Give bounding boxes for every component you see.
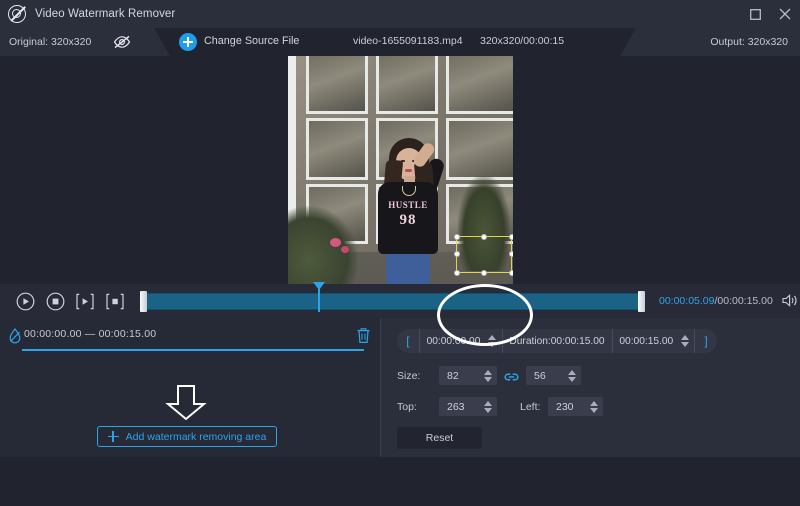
left-label: Left: — [520, 401, 548, 413]
add-watermark-area-button[interactable]: Add watermark removing area — [97, 426, 277, 447]
trim-range-control: [ 00:00:00.00 Duration:00:00:15.00 00:00… — [397, 329, 717, 353]
left-value: 230 — [556, 401, 574, 413]
end-time-stepper[interactable] — [680, 332, 689, 350]
watermark-drop-icon — [8, 328, 22, 344]
person-subject: HUSTLE 98 — [372, 138, 450, 284]
bracket-right-icon[interactable]: ] — [695, 334, 717, 348]
end-time-field[interactable]: 00:00:15.00 — [612, 329, 680, 353]
plus-circle-icon[interactable] — [179, 33, 197, 51]
shirt-text-bottom: 98 — [388, 212, 428, 229]
source-bar: Original: 320x320 Change Source File vid… — [0, 28, 800, 56]
trim-handle-start[interactable] — [140, 291, 147, 312]
change-source-file-button[interactable]: Change Source File — [204, 35, 299, 47]
trim-handle-end[interactable] — [638, 291, 645, 312]
video-preview[interactable]: HUSTLE 98 — [288, 56, 513, 284]
player-controls-bar: 00:00:05.09/00:00:15.00 — [0, 284, 800, 318]
size-width-value: 82 — [447, 370, 459, 382]
size-label: Size: — [397, 370, 439, 382]
size-height-stepper[interactable] — [566, 367, 577, 385]
time-display: 00:00:05.09/00:00:15.00 — [659, 295, 773, 307]
flower-secondary — [341, 246, 349, 253]
start-time-field[interactable]: 00:00:00.00 — [420, 329, 488, 353]
flower — [330, 238, 341, 247]
snapshot-icon[interactable] — [102, 288, 128, 314]
maximize-icon[interactable] — [740, 0, 770, 28]
top-value: 263 — [447, 401, 465, 413]
reset-label: Reset — [426, 432, 453, 444]
panel-divider — [380, 318, 381, 457]
total-time: 00:00:15.00 — [717, 295, 772, 307]
volume-icon[interactable] — [781, 293, 799, 309]
original-resolution-label: Original: 320x320 — [9, 36, 91, 48]
source-file-meta: 320x320/00:00:15 — [480, 35, 564, 47]
size-height-input[interactable]: 56 — [526, 366, 581, 385]
watermark-selection-box[interactable] — [456, 236, 512, 273]
shirt-text-top: HUSTLE — [388, 200, 428, 210]
add-watermark-area-label: Add watermark removing area — [126, 431, 267, 443]
window-title: Video Watermark Remover — [35, 8, 175, 20]
left-stepper[interactable] — [588, 398, 599, 416]
top-label: Top: — [397, 401, 439, 413]
left-input[interactable]: 230 — [548, 397, 603, 416]
duration-label: Duration:00:00:15.00 — [502, 329, 611, 353]
top-stepper[interactable] — [482, 398, 493, 416]
plus-icon — [108, 431, 119, 442]
start-time-value: 00:00:00.00 — [427, 336, 481, 347]
title-bar: Video Watermark Remover — [0, 0, 800, 28]
close-icon[interactable] — [770, 0, 800, 28]
watermark-time-range: 00:00:00.00 — 00:00:15.00 — [24, 328, 156, 340]
bracket-left-icon[interactable]: [ — [397, 334, 419, 348]
application-window: Video Watermark Remover Original: 320x32… — [0, 0, 800, 506]
original-resolution-tab: Original: 320x320 — [0, 28, 170, 56]
play-icon[interactable] — [12, 288, 38, 314]
arrow-down-icon — [163, 385, 209, 421]
preview-area: HUSTLE 98 — [0, 56, 800, 284]
start-time-stepper[interactable] — [487, 332, 496, 350]
end-time-value: 00:00:15.00 — [619, 336, 673, 347]
output-resolution-label: Output: 320x320 — [710, 36, 788, 48]
size-width-input[interactable]: 82 — [439, 366, 497, 385]
playhead[interactable] — [318, 284, 320, 312]
current-time: 00:00:05.09 — [659, 295, 714, 307]
size-height-value: 56 — [534, 370, 546, 382]
link-icon[interactable] — [504, 370, 519, 382]
output-resolution-tab: Output: 320x320 — [620, 28, 800, 56]
position-row: Top: 263 Left: 230 — [397, 397, 603, 416]
plant-left — [288, 206, 358, 284]
size-width-stepper[interactable] — [482, 367, 493, 385]
reset-button[interactable]: Reset — [397, 427, 482, 449]
size-row: Size: 82 56 — [397, 366, 581, 385]
properties-panel: [ 00:00:00.00 Duration:00:00:15.00 00:00… — [380, 318, 800, 457]
seek-track[interactable] — [140, 293, 645, 310]
trash-icon[interactable] — [356, 327, 371, 344]
output-bar: Output: video-1655091...Watermark.mp4 Ou… — [0, 457, 800, 506]
top-input[interactable]: 263 — [439, 397, 497, 416]
watermark-remover-logo-icon — [8, 5, 26, 23]
set-start-marker-icon[interactable] — [72, 288, 98, 314]
eye-off-icon[interactable] — [113, 35, 131, 49]
seek-bar[interactable] — [140, 290, 645, 312]
source-file-name: video-1655091183.mp4 — [353, 35, 463, 47]
stop-icon[interactable] — [42, 288, 68, 314]
window-controls — [740, 0, 800, 28]
watermark-item-underline — [22, 349, 364, 351]
watermark-list-item[interactable]: 00:00:00.00 — 00:00:15.00 — [0, 318, 380, 354]
